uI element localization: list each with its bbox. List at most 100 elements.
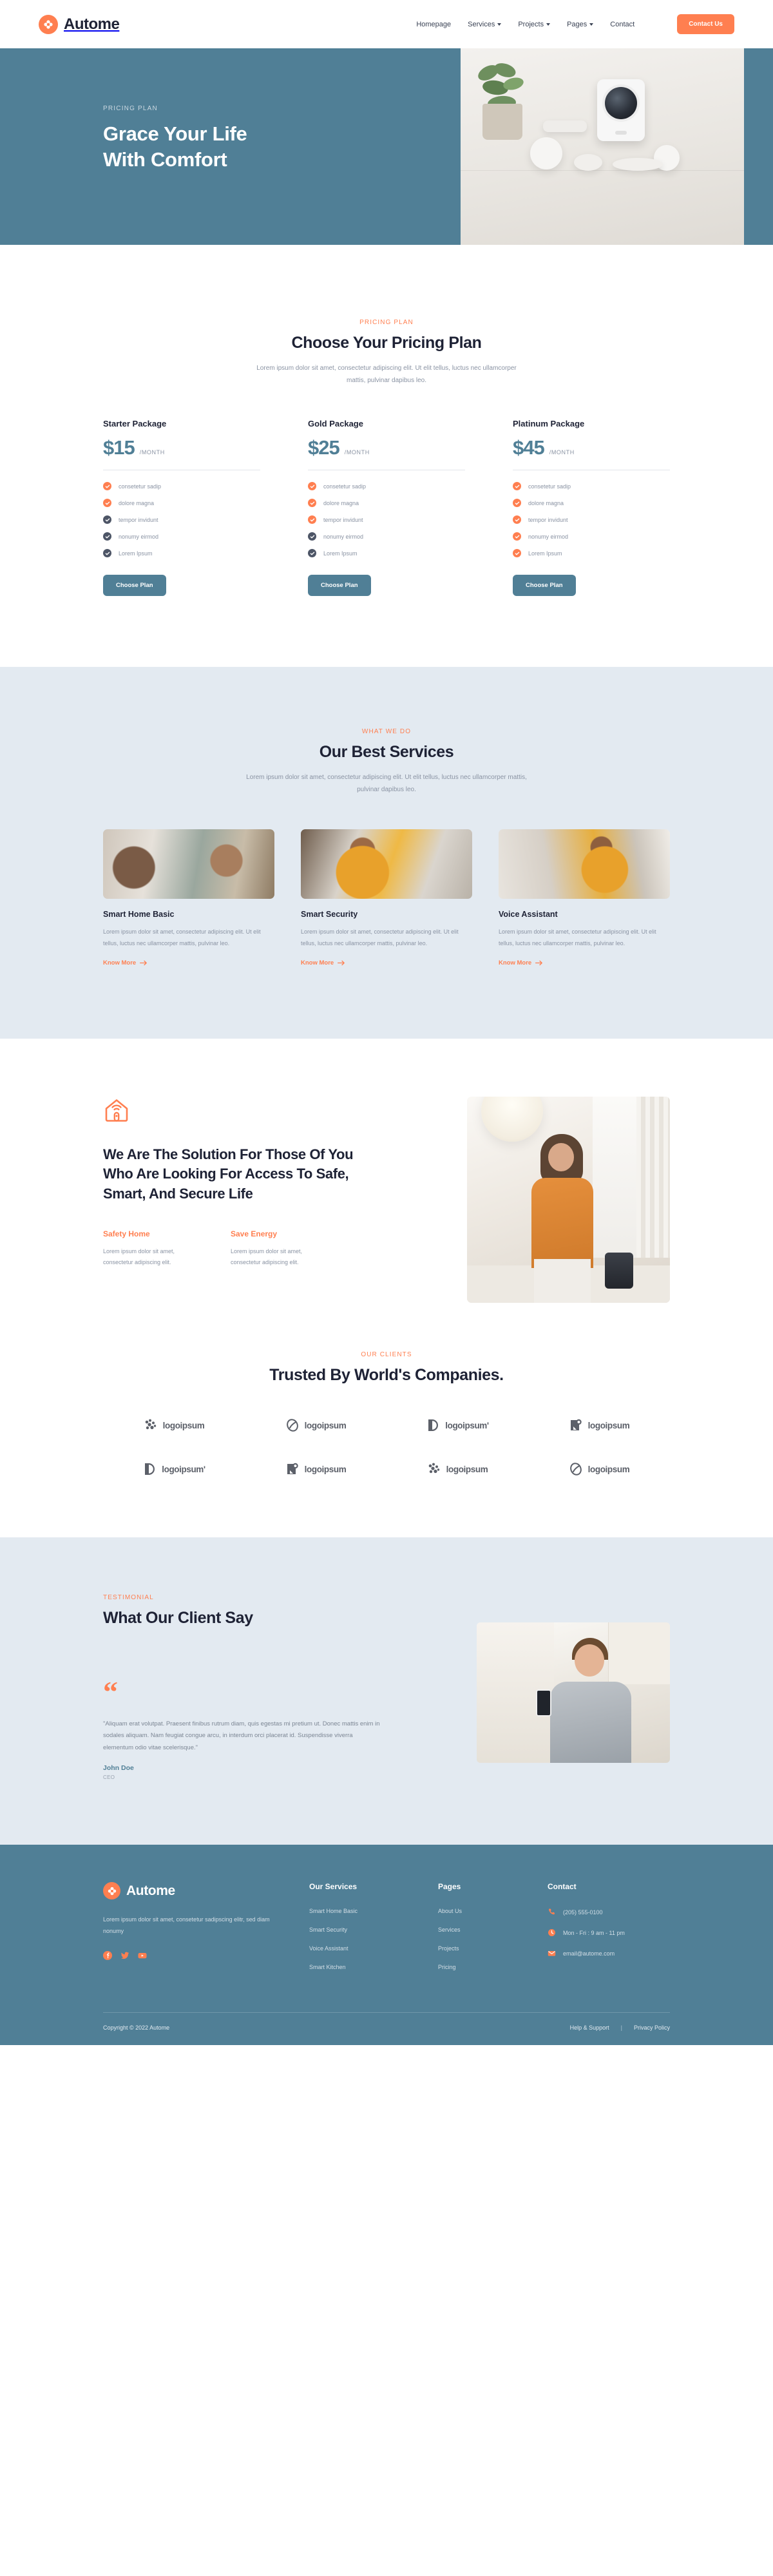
footer-logo[interactable]: Autome	[103, 1882, 277, 1900]
youtube-icon[interactable]	[138, 1951, 147, 1960]
footer-link-projects[interactable]: Projects	[438, 1945, 515, 1952]
plan-feature: Lorem Ipsum	[103, 549, 260, 557]
plan-feature: Lorem Ipsum	[513, 549, 670, 557]
client-logo: logoipsum	[569, 1418, 630, 1432]
plan-feature: tempor invidunt	[308, 515, 465, 524]
logo-square-dot-icon	[287, 1463, 298, 1475]
hero-title-line2: With Comfort	[103, 148, 227, 171]
plan-name: Platinum Package	[513, 419, 585, 428]
hero-eyebrow: PRICING PLAN	[103, 105, 158, 112]
pricing-eyebrow: PRICING PLAN	[359, 319, 414, 326]
service-card-smart-home-basic[interactable]: Smart Home Basic Lorem ipsum dolor sit a…	[103, 829, 274, 968]
contact-us-button[interactable]: Contact Us	[677, 14, 734, 34]
logo-swirl-icon	[286, 1419, 298, 1432]
pricing-section: PRICING PLAN Choose Your Pricing Plan Lo…	[0, 245, 773, 667]
services-title: Our Best Services	[319, 743, 454, 761]
client-logo-text: logoipsum	[587, 1464, 630, 1474]
plan-feature: nonumy eirmod	[513, 532, 670, 541]
footer-socials	[103, 1951, 277, 1961]
solution-text-block: We Are The Solution For Those Of You Who…	[103, 1097, 386, 1268]
nav-item-contact[interactable]: Contact	[610, 21, 635, 28]
separator: |	[620, 2024, 622, 2032]
plan-feature-label: dolore magna	[323, 499, 359, 506]
client-logo: logoipsum	[285, 1462, 347, 1476]
check-icon	[513, 482, 521, 490]
check-icon	[513, 549, 521, 557]
testimonial-author: John Doe	[103, 1764, 134, 1773]
footer-contact-email[interactable]: email@autome.com	[548, 1949, 670, 1957]
know-more-link[interactable]: Know More	[103, 959, 148, 966]
plan-feature-label: Lorem Ipsum	[119, 550, 153, 557]
nav-item-label: Services	[468, 20, 495, 28]
check-icon	[308, 515, 316, 524]
hero-text-block: PRICING PLAN Grace Your Life With Comfor…	[103, 105, 247, 172]
footer-link-about-us[interactable]: About Us	[438, 1908, 515, 1914]
client-logo: logoipsum'	[426, 1418, 489, 1432]
quote-icon: “	[103, 1675, 118, 1709]
footer-link-voice-assistant[interactable]: Voice Assistant	[309, 1945, 406, 1952]
choose-plan-button[interactable]: Choose Plan	[513, 575, 576, 596]
solution-section: We Are The Solution For Those Of You Who…	[0, 1039, 773, 1352]
nav-item-services[interactable]: Services	[468, 20, 502, 28]
plan-feature-label: consetetur sadip	[119, 483, 162, 490]
footer-brand-name: Autome	[126, 1883, 175, 1898]
service-card-smart-security[interactable]: Smart Security Lorem ipsum dolor sit ame…	[301, 829, 472, 968]
footer-link-smart-home-basic[interactable]: Smart Home Basic	[309, 1908, 406, 1914]
plan-feature-label: consetetur sadip	[528, 483, 571, 490]
privacy-policy-link[interactable]: Privacy Policy	[634, 2024, 670, 2031]
pricing-subtitle: Lorem ipsum dolor sit amet, consectetur …	[256, 365, 517, 384]
solution-features: Safety Home Lorem ipsum dolor sit amet, …	[103, 1229, 386, 1268]
plan-price: $45	[513, 436, 545, 459]
top-navbar: Autome Homepage Services Projects Pages …	[0, 0, 773, 48]
check-icon	[103, 532, 111, 541]
footer-brand-block: Autome Lorem ipsum dolor sit amet, conse…	[103, 1882, 277, 1983]
logo-split-circle-icon	[428, 1419, 439, 1432]
help-support-link[interactable]: Help & Support	[570, 2024, 609, 2031]
chevron-down-icon	[546, 23, 551, 26]
solution-feature-safety-home: Safety Home Lorem ipsum dolor sit amet, …	[103, 1229, 200, 1268]
plan-feature-list: consetetur sadip dolore magna tempor inv…	[513, 482, 670, 557]
plan-period: /MONTH	[344, 449, 370, 456]
testimonial-text-block: TESTIMONIAL What Our Client Say “ "Aliqu…	[103, 1594, 380, 1780]
service-image	[499, 829, 670, 899]
testimonial-eyebrow: TESTIMONIAL	[103, 1594, 154, 1602]
clients-header: OUR CLIENTS Trusted By World's Companies…	[103, 1351, 670, 1385]
chevron-down-icon	[497, 23, 502, 26]
client-logo-text: logoipsum'	[162, 1464, 205, 1474]
client-logo-text: logoipsum'	[445, 1420, 489, 1430]
nav-item-pages[interactable]: Pages	[567, 21, 594, 28]
brand-name: Autome	[64, 15, 120, 33]
service-description: Lorem ipsum dolor sit amet, consectetur …	[103, 928, 261, 947]
know-more-link[interactable]: Know More	[499, 959, 543, 966]
client-logo: logoipsum	[569, 1462, 630, 1476]
footer-column-title: Pages	[438, 1882, 461, 1892]
hero-title-line1: Grace Your Life	[103, 122, 247, 145]
footer-bottom-bar: Copyright © 2022 Autome Help & Support |…	[103, 2013, 670, 2045]
service-description: Lorem ipsum dolor sit amet, consectetur …	[301, 928, 459, 947]
services-cards: Smart Home Basic Lorem ipsum dolor sit a…	[103, 829, 670, 968]
footer-link-pricing[interactable]: Pricing	[438, 1964, 515, 1970]
hero-banner: PRICING PLAN Grace Your Life With Comfor…	[0, 48, 773, 245]
plan-price: $25	[308, 436, 340, 459]
copyright-text: Copyright © 2022 Autome	[103, 2024, 170, 2032]
choose-plan-button[interactable]: Choose Plan	[308, 575, 371, 596]
nav-item-projects[interactable]: Projects	[518, 21, 551, 28]
footer-link-services[interactable]: Services	[438, 1927, 515, 1933]
smart-home-wifi-icon	[103, 1097, 386, 1127]
brand-logo[interactable]: Autome	[39, 14, 120, 34]
footer-column-services: Our Services Smart Home Basic Smart Secu…	[309, 1882, 406, 1983]
know-more-link[interactable]: Know More	[301, 959, 345, 966]
nav-item-homepage[interactable]: Homepage	[416, 21, 451, 28]
footer-contact-phone[interactable]: (205) 555-0100	[548, 1908, 670, 1916]
service-card-voice-assistant[interactable]: Voice Assistant Lorem ipsum dolor sit am…	[499, 829, 670, 968]
phone-icon	[549, 1908, 555, 1915]
logo-swirl-icon	[569, 1463, 582, 1475]
clock-icon	[548, 1929, 555, 1937]
facebook-icon[interactable]	[103, 1951, 112, 1961]
arrow-right-icon	[140, 960, 148, 966]
choose-plan-button[interactable]: Choose Plan	[103, 575, 166, 596]
twitter-icon[interactable]	[120, 1951, 129, 1960]
footer-link-smart-kitchen[interactable]: Smart Kitchen	[309, 1964, 406, 1970]
footer-link-smart-security[interactable]: Smart Security	[309, 1927, 406, 1933]
check-icon	[103, 549, 111, 557]
